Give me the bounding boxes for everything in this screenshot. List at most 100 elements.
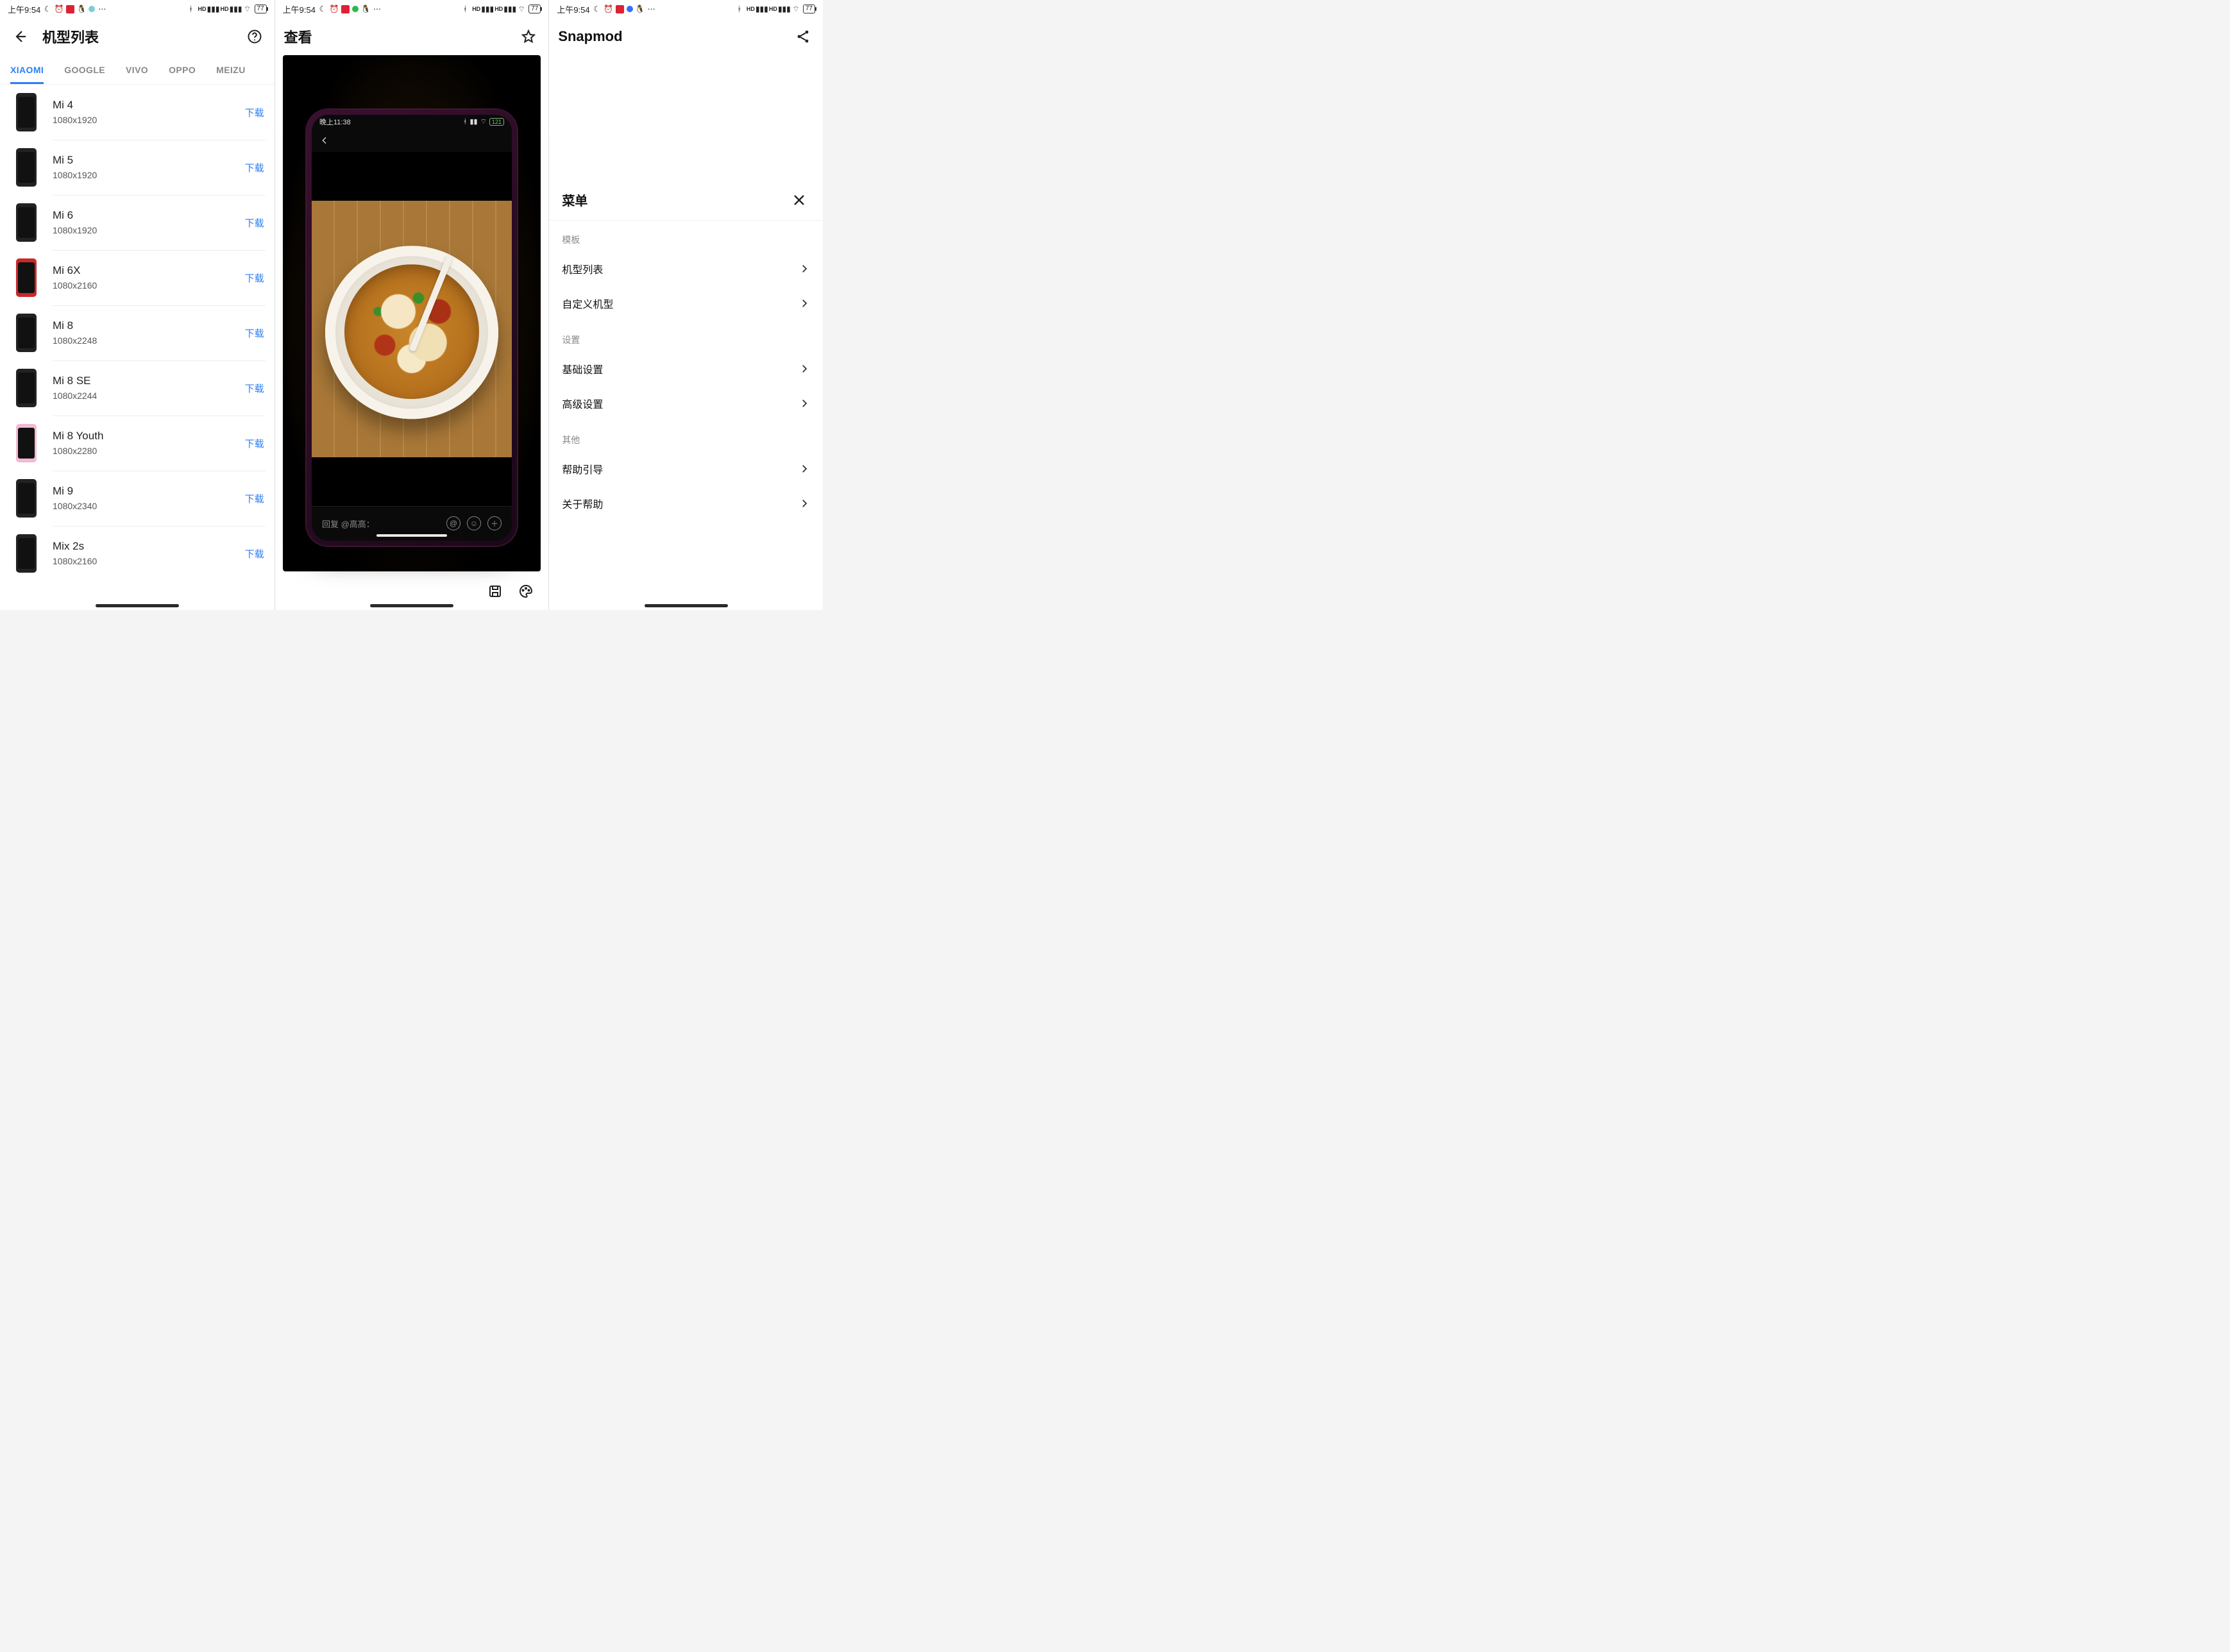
battery-indicator: 77 bbox=[803, 4, 815, 13]
device-list[interactable]: Mi 41080x1920下载Mi 51080x1920下载Mi 61080x1… bbox=[0, 85, 275, 610]
menu-item[interactable]: 机型列表 bbox=[549, 251, 823, 286]
bluetooth-icon: ᚼ bbox=[735, 4, 744, 13]
sheet-title: 菜单 bbox=[562, 190, 587, 209]
device-row[interactable]: Mi 61080x1920下载 bbox=[0, 195, 275, 250]
moon-icon: ☾ bbox=[43, 4, 52, 13]
tab-google[interactable]: GOOGLE bbox=[54, 55, 115, 84]
app-bar: 机型列表 bbox=[0, 18, 275, 55]
device-resolution: 1080x2340 bbox=[53, 500, 245, 512]
download-button[interactable]: 下载 bbox=[245, 378, 264, 399]
brand-tabs: XIAOMIGOOGLEVIVOOPPOMEIZU bbox=[0, 55, 275, 85]
status-bar: 上午9:54 ☾ ⏰ 🐧 ⋯ ᚼ HD ▮▮▮ HD ▮▮▮ ⌔ 77 bbox=[549, 0, 823, 18]
penguin-icon: 🐧 bbox=[361, 4, 370, 13]
device-row[interactable]: Mi 8 Youth1080x2280下载 bbox=[0, 416, 275, 471]
home-indicator[interactable] bbox=[370, 604, 453, 607]
add-icon: ＋ bbox=[487, 516, 502, 530]
notification-dot-icon bbox=[627, 6, 633, 12]
tab-xiaomi[interactable]: XIAOMI bbox=[0, 55, 54, 84]
menu-item[interactable]: 基础设置 bbox=[549, 351, 823, 386]
battery-indicator: 77 bbox=[528, 4, 541, 13]
device-thumbnail bbox=[9, 312, 44, 354]
wifi-icon: ⌔ bbox=[243, 4, 252, 13]
device-resolution: 1080x2280 bbox=[53, 444, 245, 457]
mention-icon: @ bbox=[446, 516, 460, 530]
hd-indicator-2: HD bbox=[221, 6, 229, 12]
penguin-icon: 🐧 bbox=[636, 4, 645, 13]
device-name: Mi 6 bbox=[53, 208, 245, 223]
device-thumbnail bbox=[9, 367, 44, 409]
palette-button[interactable] bbox=[515, 580, 537, 602]
signal-icon: ▮▮▮ bbox=[209, 4, 218, 13]
download-button[interactable]: 下载 bbox=[245, 543, 264, 564]
menu-item[interactable]: 关于帮助 bbox=[549, 486, 823, 521]
device-row[interactable]: Mix 2s1080x2160下载 bbox=[0, 526, 275, 581]
device-row[interactable]: Mi 8 SE1080x2244下载 bbox=[0, 360, 275, 416]
signal-icon: ▮▮▮ bbox=[483, 4, 492, 13]
chevron-right-icon bbox=[798, 498, 810, 509]
device-info: Mi 61080x1920 bbox=[44, 208, 245, 237]
menu-item[interactable]: 高级设置 bbox=[549, 386, 823, 421]
close-button[interactable] bbox=[788, 189, 810, 211]
emoji-icon: ☺ bbox=[467, 516, 481, 530]
menu-item[interactable]: 自定义机型 bbox=[549, 286, 823, 321]
device-name: Mi 9 bbox=[53, 484, 245, 498]
tab-oppo[interactable]: OPPO bbox=[158, 55, 206, 84]
device-row[interactable]: Mi 6X1080x2160下载 bbox=[0, 250, 275, 305]
signal-icon-2: ▮▮▮ bbox=[232, 4, 241, 13]
sheet-backdrop[interactable] bbox=[549, 55, 823, 180]
mockup-status-bar: 晚上11:38 ᚼ ▮▮ ⌔ 121 bbox=[312, 115, 512, 129]
device-row[interactable]: Mi 9 1080x2340下载 bbox=[0, 471, 275, 526]
save-button[interactable] bbox=[484, 580, 506, 602]
more-icon: ⋯ bbox=[647, 4, 656, 13]
bluetooth-icon: ᚼ bbox=[463, 118, 468, 126]
download-button[interactable]: 下载 bbox=[245, 267, 264, 289]
share-button[interactable] bbox=[792, 26, 814, 47]
device-row[interactable]: Mi 81080x2248下载 bbox=[0, 305, 275, 360]
device-name: Mi 6X bbox=[53, 264, 245, 278]
device-row[interactable]: Mi 41080x1920下载 bbox=[0, 85, 275, 140]
help-button[interactable] bbox=[244, 26, 266, 47]
download-button[interactable]: 下载 bbox=[245, 433, 264, 454]
sheet-header: 菜单 bbox=[549, 180, 823, 221]
signal-icon: ▮▮ bbox=[470, 117, 478, 126]
app-title: Snapmod bbox=[558, 28, 622, 45]
hd-indicator: HD bbox=[747, 6, 755, 12]
wifi-icon: ⌔ bbox=[791, 4, 800, 13]
download-button[interactable]: 下载 bbox=[245, 488, 264, 509]
tab-vivo[interactable]: VIVO bbox=[115, 55, 158, 84]
app-bar: 查看 bbox=[275, 18, 549, 55]
device-info: Mi 6X1080x2160 bbox=[44, 264, 245, 292]
device-info: Mi 81080x2248 bbox=[44, 319, 245, 347]
device-resolution: 1080x2244 bbox=[53, 389, 245, 402]
wifi-icon: ⌔ bbox=[480, 117, 487, 126]
tab-meizu[interactable]: MEIZU bbox=[206, 55, 256, 84]
app-badge-icon bbox=[66, 5, 74, 13]
hd-indicator: HD bbox=[472, 6, 480, 12]
home-indicator[interactable] bbox=[645, 604, 728, 607]
device-thumbnail bbox=[9, 257, 44, 299]
alarm-icon: ⏰ bbox=[330, 4, 339, 13]
page-title: 机型列表 bbox=[42, 26, 99, 47]
menu-item[interactable]: 帮助引导 bbox=[549, 451, 823, 486]
menu-sheet: 菜单 模板机型列表自定义机型设置基础设置高级设置其他帮助引导关于帮助 bbox=[549, 180, 823, 610]
home-indicator[interactable] bbox=[96, 604, 179, 607]
hd-indicator: HD bbox=[198, 6, 207, 12]
device-name: Mi 4 bbox=[53, 98, 245, 112]
status-time: 上午9:54 bbox=[557, 3, 589, 15]
download-button[interactable]: 下载 bbox=[245, 212, 264, 233]
device-info: Mi 41080x1920 bbox=[44, 98, 245, 126]
device-thumbnail bbox=[9, 532, 44, 575]
device-name: Mi 8 Youth bbox=[53, 429, 245, 443]
download-button[interactable]: 下载 bbox=[245, 102, 264, 123]
device-name: Mi 8 bbox=[53, 319, 245, 333]
status-bar: 上午9:54 ☾ ⏰ 🐧 ⋯ ᚼ HD ▮▮▮ HD ▮▮▮ ⌔ 77 bbox=[0, 0, 275, 18]
wifi-icon: ⌔ bbox=[517, 4, 526, 13]
moon-icon: ☾ bbox=[318, 4, 327, 13]
favorite-button[interactable] bbox=[518, 26, 539, 47]
back-button[interactable] bbox=[9, 26, 31, 47]
download-button[interactable]: 下载 bbox=[245, 157, 264, 178]
device-row[interactable]: Mi 51080x1920下载 bbox=[0, 140, 275, 195]
download-button[interactable]: 下载 bbox=[245, 323, 264, 344]
preview-actions bbox=[484, 580, 537, 602]
device-resolution: 1080x1920 bbox=[53, 224, 245, 237]
